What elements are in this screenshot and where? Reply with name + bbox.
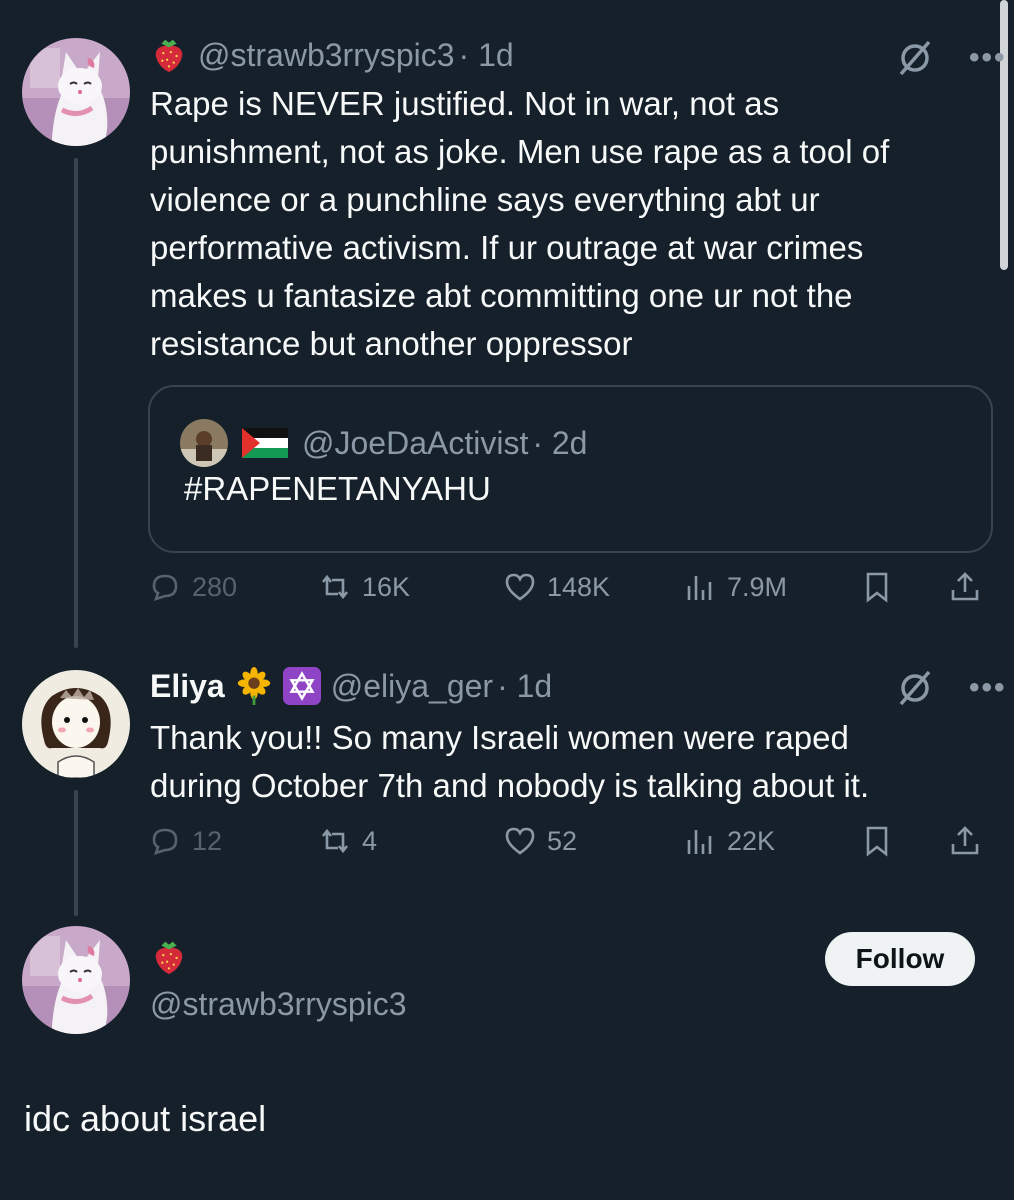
views-button[interactable]: 22K [683,824,775,858]
tweet2-name[interactable]: Eliya [150,668,225,705]
quoted-tweet[interactable]: @JoeDaActivist · 2d #RAPENETANYAHU [148,385,993,553]
avatar-eliya[interactable] [22,670,130,778]
thread-line-2 [74,790,78,916]
page: @strawb3rryspic3 · 1d ••• Rape is NEVER … [0,0,1014,1200]
heart-icon [505,573,535,601]
thread-line [74,158,78,648]
share-button[interactable] [948,570,982,604]
views-icon [687,576,712,600]
cat-avatar-image [22,38,130,146]
tweet2-time[interactable]: · 1d [497,668,552,705]
grok-icon[interactable] [895,38,935,78]
more-dots-icon[interactable]: ••• [969,41,1007,75]
sunflower-emoji-icon [235,667,273,705]
repost-count: 16K [362,571,411,602]
quoted-handle[interactable]: @JoeDaActivist [302,425,528,462]
tweet2-handle[interactable]: @eliya_ger [331,668,493,705]
strawberry-emoji-icon [150,36,188,74]
tweet1-time[interactable]: · 1d [459,37,514,74]
views-count: 7.9M [727,571,788,602]
heart-icon [505,827,535,855]
tweet2-text: Thank you!! So many Israeli women were r… [150,719,870,804]
reply-count: 280 [192,571,238,602]
tweet1-actions: 280 16K 148K 7.9M [148,570,998,620]
reply-icon [152,574,178,602]
quoted-avatar[interactable] [180,419,228,467]
repost-count: 4 [362,825,378,856]
bookmark-icon [866,826,888,857]
tweet1-header-icons: ••• [895,38,1007,78]
repost-icon [321,574,349,600]
repost-button[interactable]: 16K [318,570,410,604]
bookmark-button[interactable] [860,824,894,858]
reply-icon [152,828,178,856]
quoted-text: #RAPENETANYAHU [184,470,491,507]
share-icon [951,826,979,855]
share-icon [951,572,979,601]
bookmark-button[interactable] [860,570,894,604]
tweet1-header: @strawb3rryspic3 · 1d [150,36,514,74]
reply-count: 12 [192,825,223,856]
tweet1-handle[interactable]: @strawb3rryspic3 [198,37,455,74]
tweet2-header-icons: ••• [895,668,1007,708]
tweet3-handle[interactable]: @strawb3rryspic3 [150,986,407,1023]
reply-button[interactable]: 280 [148,570,237,604]
avatar-strawb3rryspic3[interactable] [22,926,130,1034]
like-count: 52 [547,825,578,856]
views-icon [687,830,712,854]
grok-icon[interactable] [895,668,935,708]
eliya-avatar-image [22,670,130,778]
like-count: 148K [547,571,611,602]
repost-button[interactable]: 4 [318,824,377,858]
avatar-strawb3rryspic3[interactable] [22,38,130,146]
tweet2-actions: 12 4 52 22K [148,824,998,874]
strawberry-emoji-icon [150,938,188,976]
share-button[interactable] [948,824,982,858]
quoted-tweet-header: @JoeDaActivist · 2d [180,419,587,467]
like-button[interactable]: 52 [503,824,577,858]
tweet3-text: idc about israel [24,1098,267,1139]
like-button[interactable]: 148K [503,570,610,604]
views-count: 22K [727,825,776,856]
tweet2-header: Eliya @eliya_ger · 1d [150,667,552,705]
bookmark-icon [866,572,888,603]
palestine-flag-icon [242,428,288,458]
reply-button[interactable]: 12 [148,824,222,858]
quoted-time[interactable]: · 2d [532,425,587,462]
tweet1-text: Rape is NEVER justified. Not in war, not… [150,85,890,362]
views-button[interactable]: 7.9M [683,570,787,604]
star-of-david-emoji-icon [282,667,321,705]
more-dots-icon[interactable]: ••• [969,671,1007,705]
repost-icon [321,828,349,854]
follow-button[interactable]: Follow [825,932,975,986]
cat-avatar-image [22,926,130,1034]
